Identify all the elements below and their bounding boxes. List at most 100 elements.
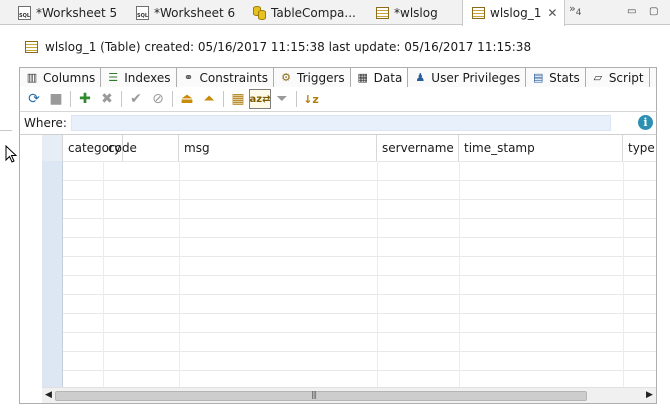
grid-column-line [103,161,104,387]
table-compare-icon [253,5,266,20]
chevron-double-right-icon: » [569,2,576,15]
grid-row-line [63,199,656,200]
overflow-count: 4 [575,8,582,19]
toolbar-separator [70,91,71,107]
tab-worksheet-6[interactable]: *Worksheet 6 [136,0,235,25]
scrollbar-thumb[interactable] [55,391,587,401]
commit-icon[interactable]: ✔ [125,89,147,109]
add-row-icon[interactable]: ✚ [74,89,96,109]
export-icon[interactable]: ⏏ [176,89,198,109]
tab-script[interactable]: ▱ Script [586,68,650,87]
tab-indexes[interactable]: ☰ Indexes [101,68,177,87]
tab-overflow-button[interactable]: »4 [569,2,581,18]
tab-label: Columns [43,70,96,85]
grid-row-line [63,351,656,352]
column-header-servername[interactable]: servername [377,135,459,161]
triggers-icon: ⚙ [281,71,291,84]
indexes-icon: ☰ [108,71,119,84]
table-icon [472,7,485,19]
tab-user-privileges[interactable]: ♟ User Privileges [408,68,527,87]
object-sub-tabs: ▥ Columns ☰ Indexes ⚭ Constraints ⚙ Trig… [19,67,657,87]
delete-row-icon[interactable]: ✖ [96,89,118,109]
columns-icon: ▥ [26,71,38,84]
grid-row-line [63,218,656,219]
tab-constraints[interactable]: ⚭ Constraints [177,68,274,87]
scroll-right-icon[interactable]: ▶ [646,390,653,400]
tab-label: *wlslog [394,5,438,20]
row-header-column [42,135,63,387]
page-title: wlslog_1 (Table) created: 05/16/2017 11:… [45,40,532,54]
tab-columns[interactable]: ▥ Columns [20,68,102,87]
grid-corner-cell[interactable] [42,135,63,161]
tab-label: TableCompa... [271,5,356,20]
scrollbar-grip-icon: ||| [311,390,317,399]
toolbar-separator [296,91,297,107]
horizontal-scrollbar[interactable]: ◀ ||| ▶ [42,387,656,403]
table-icon [376,6,389,19]
sort-icon[interactable]: az⇄ [249,89,271,109]
panel-divider [0,130,12,131]
data-grid: category code msg servername time_stamp … [19,134,657,404]
grid-row-line [63,180,656,181]
grid-column-line [377,161,378,387]
data-toolbar: ⟳ ■ ✚ ✖ ✔ ⊘ ⏏ ⏶ ▦ az⇄ ⏷ ↓z [19,87,657,111]
grid-row-line [63,256,656,257]
sql-worksheet-icon [136,5,149,20]
toolbar-separator [121,91,122,107]
tab-label: Indexes [124,70,171,85]
column-header-msg[interactable]: msg [179,135,377,161]
grid-row-line [63,313,656,314]
table-icon [25,41,38,53]
tab-label: wlslog_1 [490,6,542,20]
sql-worksheet-icon [18,5,31,20]
toolbar-separator [223,91,224,107]
tab-label: Script [608,70,644,85]
tab-label: Constraints [199,70,268,85]
tab-wlslog-1[interactable]: wlslog_1 ✕ [462,0,566,26]
column-header-code[interactable]: code [103,135,179,161]
tab-wlslog[interactable]: *wlslog [376,0,438,25]
tab-data[interactable]: ▦ Data [350,68,409,87]
stop-icon[interactable]: ■ [45,89,67,109]
where-input[interactable] [71,115,611,131]
minimize-icon[interactable]: ▭ [627,6,636,17]
sort-descending-icon[interactable]: ↓z [300,89,322,109]
import-icon[interactable]: ⏶ [198,89,220,109]
grid-row-line [63,294,656,295]
filter-icon[interactable]: ⏷ [271,89,293,109]
scroll-left-icon[interactable]: ◀ [45,390,52,400]
grid-row-line [63,237,656,238]
column-header-time-stamp[interactable]: time_stamp [459,135,623,161]
grid-layout-icon[interactable]: ▦ [227,89,249,109]
tab-table-compare[interactable]: TableCompa... [253,0,356,25]
where-filter-bar: Where: i [19,111,657,134]
tab-label: *Worksheet 5 [36,5,118,20]
toolbar-separator [172,91,173,107]
tab-worksheet-5[interactable]: *Worksheet 5 [18,0,117,25]
constraints-icon: ⚭ [183,71,194,84]
tab-stats[interactable]: ▤ Stats [526,68,586,87]
info-icon[interactable]: i [638,115,653,130]
grid-row-line [63,332,656,333]
stats-icon: ▤ [532,71,544,84]
tab-triggers[interactable]: ⚙ Triggers [274,68,351,87]
column-header-type[interactable]: type [623,135,656,161]
editor-tab-strip: *Worksheet 5 *Worksheet 6 TableCompa... … [0,0,670,26]
grid-row-line [63,161,656,162]
object-title: wlslog_1 (Table) created: 05/16/2017 11:… [25,40,531,54]
where-label: Where: [24,116,67,130]
rollback-icon[interactable]: ⊘ [147,89,169,109]
refresh-icon[interactable]: ⟳ [23,89,45,109]
grid-column-line [623,161,624,387]
close-icon[interactable]: ✕ [547,6,557,20]
data-grid-icon: ▦ [357,71,368,84]
grid-column-line [179,161,180,387]
grid-row-line [63,370,656,371]
tab-label: Stats [549,70,580,85]
script-icon: ▱ [593,71,603,84]
tab-label: User Privileges [431,70,521,85]
grid-row-line [63,275,656,276]
maximize-icon[interactable]: ▢ [649,6,658,17]
grid-column-line [459,161,460,387]
user-privileges-icon: ♟ [415,71,426,84]
